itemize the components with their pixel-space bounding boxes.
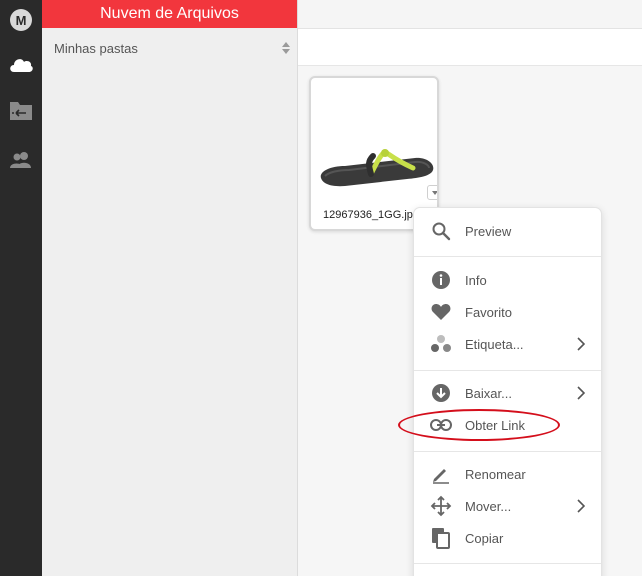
info-icon [430,269,452,291]
menu-item-rename[interactable]: Renomear [414,458,601,490]
menu-divider [414,256,601,257]
menu-item-download[interactable]: Baixar... [414,377,601,409]
menu-label-download: Baixar... [465,385,512,401]
chevron-right-icon [575,499,587,513]
pencil-icon [430,463,452,485]
tag-dots-icon [430,333,452,355]
menu-label-get-link: Obter Link [465,417,525,433]
link-icon [430,414,452,436]
folder-tree-label: Minhas pastas [54,40,138,56]
search-icon [430,220,452,242]
menu-divider [414,370,601,371]
menu-label-preview: Preview [465,223,512,239]
toolbar [298,29,642,66]
menu-label-rename: Renomear [465,466,526,482]
menu-item-copy[interactable]: Copiar [414,522,601,554]
file-thumbnail [315,82,435,202]
menu-divider [414,563,601,564]
cloud-drive-button[interactable] [0,44,42,84]
sandal-thumbnail-image [315,82,435,202]
sidebar-title: Nuvem de Arquivos [42,0,297,28]
context-menu: Preview Info Favorito Etiqueta... Baixar… [413,207,602,576]
left-rail: M [0,0,42,576]
chevron-right-icon [575,386,587,400]
menu-item-label-tag[interactable]: Etiqueta... [414,328,601,360]
menu-divider [414,451,601,452]
cloud-icon [10,59,33,72]
menu-item-preview[interactable]: Preview [414,215,601,247]
file-options-button[interactable] [427,185,437,200]
folder-transfer-icon [10,102,32,120]
transfers-button[interactable] [0,90,42,130]
move-icon [430,495,452,517]
sort-icon[interactable] [282,42,290,54]
copy-icon [430,527,452,549]
menu-item-move[interactable]: Mover... [414,490,601,522]
menu-item-favorite[interactable]: Favorito [414,296,601,328]
chevron-down-icon [431,190,437,195]
menu-label-info: Info [465,272,487,288]
menu-label-move: Mover... [465,498,512,514]
menu-label-tag: Etiqueta... [465,336,524,352]
mega-logo-button[interactable]: M [0,0,42,40]
download-icon [430,382,452,404]
top-bar [298,0,642,29]
chevron-right-icon [575,337,587,351]
contacts-button[interactable] [0,140,42,180]
menu-item-get-link[interactable]: Obter Link [414,409,601,441]
menu-item-info[interactable]: Info [414,264,601,296]
mega-logo-icon: M [10,9,32,31]
sidebar: Nuvem de Arquivos Minhas pastas [42,0,298,576]
contacts-icon [10,152,31,168]
logo-letter: M [15,12,27,28]
folder-tree-header[interactable]: Minhas pastas [54,38,290,58]
menu-label-copy: Copiar [465,530,504,546]
menu-label-favorite: Favorito [465,304,512,320]
heart-icon [430,301,452,323]
